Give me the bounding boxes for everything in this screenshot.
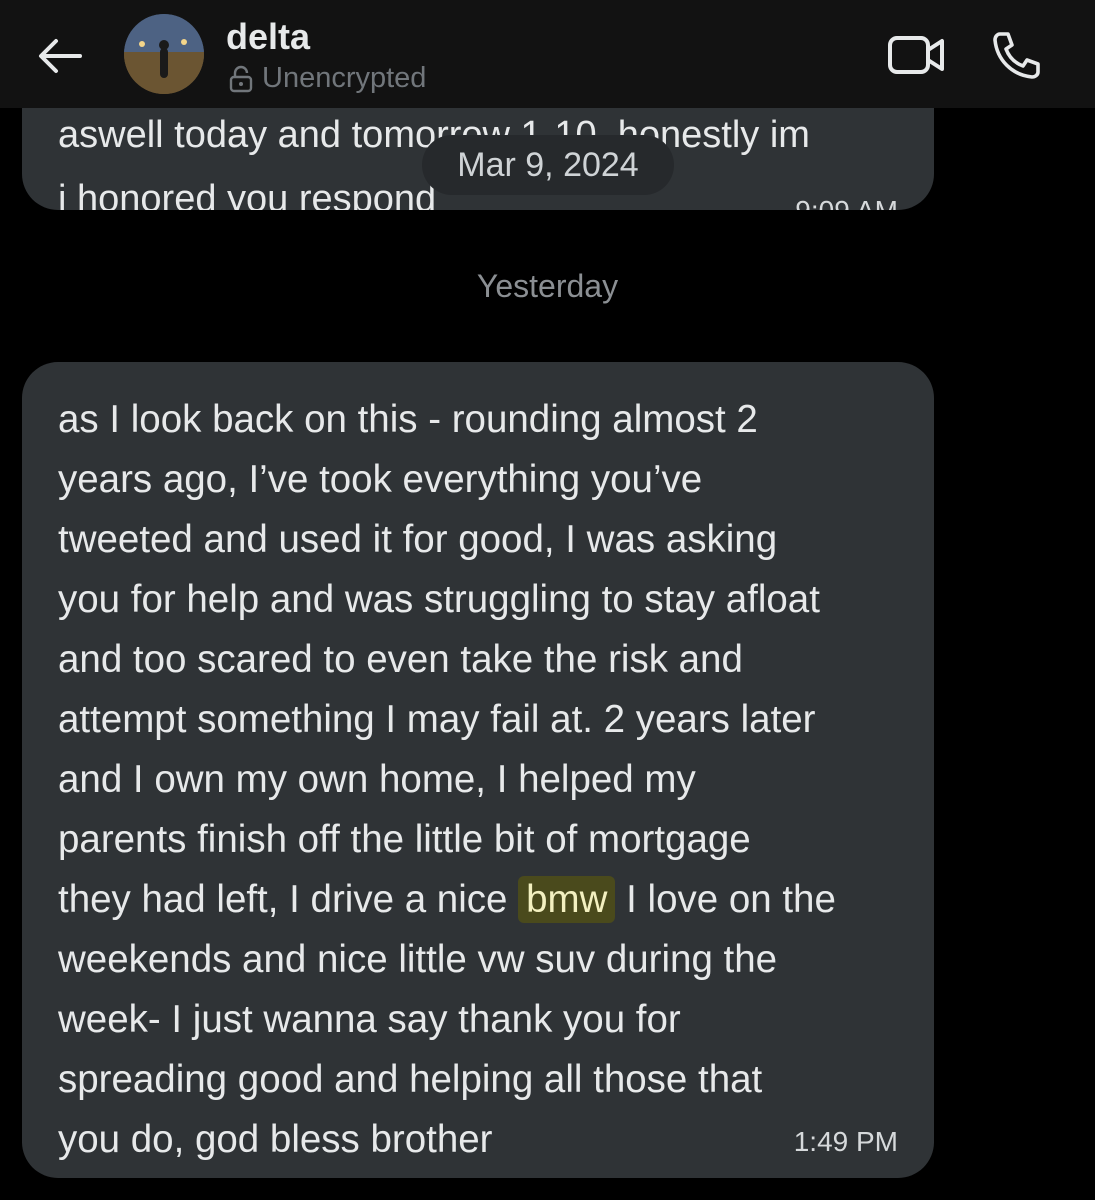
message-text: j honored you respond	[58, 178, 437, 210]
date-pill: Mar 9, 2024	[422, 135, 674, 195]
message-timestamp: 1:49 PM	[793, 1126, 898, 1157]
avatar-photo	[124, 14, 204, 94]
voice-call-button[interactable]	[990, 28, 1044, 82]
chat-header: delta Unencrypted	[0, 0, 1095, 108]
phone-icon	[993, 32, 1040, 79]
message-bubble[interactable]: as I look back on this - rounding almost…	[22, 362, 934, 1178]
message-text: as I look back on this - rounding almost…	[58, 390, 918, 1170]
unlock-icon	[229, 65, 253, 92]
message-timestamp: 9:09 AM	[795, 195, 898, 210]
back-button[interactable]	[30, 28, 90, 84]
contact-name[interactable]: delta	[226, 16, 310, 58]
video-camera-icon	[888, 36, 944, 74]
encryption-status: Unencrypted	[228, 62, 426, 95]
day-separator: Yesterday	[476, 268, 619, 304]
highlighted-word[interactable]: bmw	[518, 876, 616, 923]
avatar[interactable]	[124, 14, 204, 94]
message-text-part: as I look back on this - rounding almost…	[58, 398, 820, 921]
encryption-label: Unencrypted	[262, 62, 427, 94]
video-call-button[interactable]	[886, 30, 946, 80]
arrow-left-icon	[39, 39, 82, 73]
